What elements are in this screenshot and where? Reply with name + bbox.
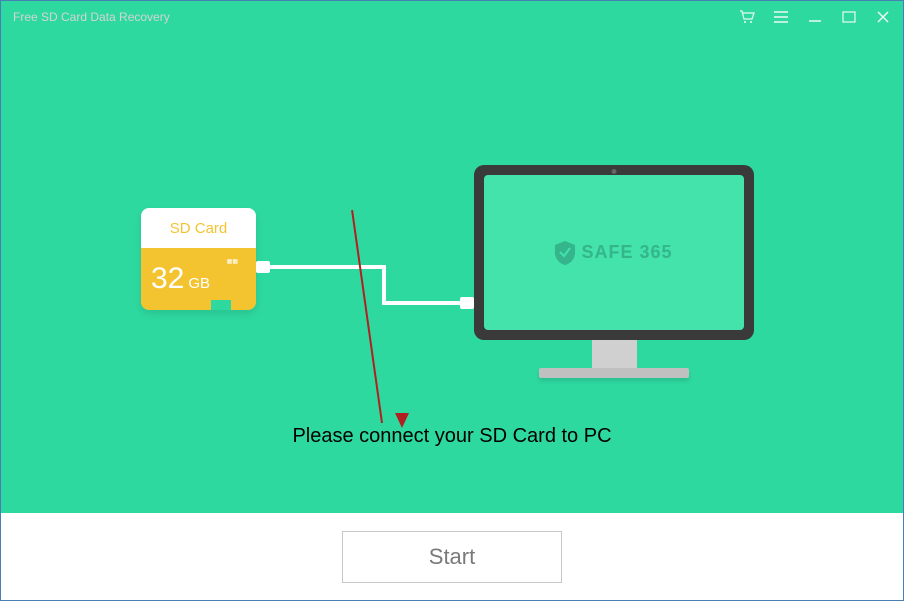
monitor-screen: SAFE 365 bbox=[484, 175, 744, 330]
instruction-text: Please connect your SD Card to PC bbox=[1, 425, 903, 448]
footer: Start bbox=[1, 513, 903, 600]
window-controls bbox=[739, 9, 891, 25]
sdcard-body: 32GB ▦▦ bbox=[141, 248, 256, 310]
monitor-camera-icon bbox=[612, 169, 617, 174]
start-button[interactable]: Start bbox=[342, 531, 562, 583]
close-icon[interactable] bbox=[875, 9, 891, 25]
sdcard-unit: GB bbox=[188, 275, 210, 292]
monitor-brand: SAFE 365 bbox=[555, 241, 672, 265]
menu-icon[interactable] bbox=[773, 9, 789, 25]
annotation-arrow bbox=[351, 210, 383, 423]
connection-illustration: SD Card 32GB ▦▦ SAFE 365 bbox=[1, 33, 903, 413]
sdcard-micro-icon: ▦▦ bbox=[227, 258, 238, 265]
maximize-icon[interactable] bbox=[841, 9, 857, 25]
monitor-graphic: SAFE 365 bbox=[474, 165, 754, 385]
cart-icon[interactable] bbox=[739, 9, 755, 25]
cable-plug-pc bbox=[460, 297, 474, 309]
app-title: Free SD Card Data Recovery bbox=[13, 10, 739, 24]
monitor-base bbox=[539, 368, 689, 378]
sdcard-graphic: SD Card 32GB ▦▦ bbox=[141, 208, 256, 310]
main-content: SD Card 32GB ▦▦ SAFE 365 bbox=[1, 33, 903, 513]
monitor-stand bbox=[592, 340, 637, 368]
sdcard-label: SD Card bbox=[141, 208, 256, 248]
cable-segment bbox=[256, 265, 386, 269]
monitor-bezel: SAFE 365 bbox=[474, 165, 754, 340]
titlebar: Free SD Card Data Recovery bbox=[1, 1, 903, 33]
cable-segment bbox=[382, 265, 386, 305]
monitor-brand-text: SAFE 365 bbox=[581, 242, 672, 263]
shield-icon bbox=[555, 241, 575, 265]
sdcard-capacity: 32 bbox=[151, 262, 184, 295]
minimize-icon[interactable] bbox=[807, 9, 823, 25]
